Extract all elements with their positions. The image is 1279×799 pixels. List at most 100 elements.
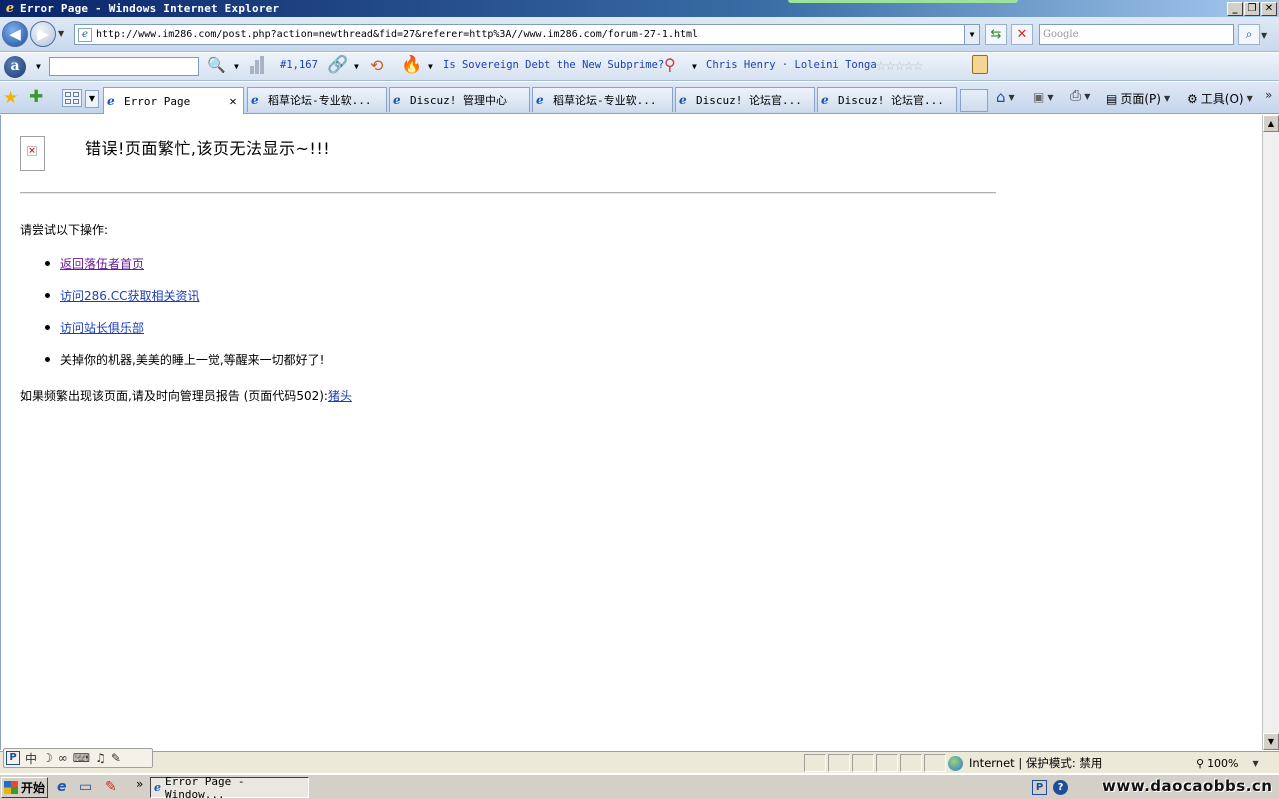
forward-button[interactable]: ▶ bbox=[30, 21, 56, 47]
ime-punct-icon[interactable]: ∞ bbox=[58, 751, 68, 765]
tab-list-dropdown[interactable]: ▼ bbox=[85, 90, 99, 108]
home-link[interactable]: 返回落伍者首页 bbox=[60, 257, 144, 271]
print-icon[interactable]: ⎙ ▼ bbox=[1070, 88, 1090, 104]
news-link[interactable]: 访问286.CC获取相关资讯 bbox=[60, 289, 199, 303]
ie-page-icon: e bbox=[107, 94, 115, 108]
magnifier-icon[interactable]: 🔍 bbox=[207, 56, 226, 74]
tab-label: Discuz! 论坛官... bbox=[838, 94, 944, 107]
start-button[interactable]: 开始 bbox=[1, 777, 48, 798]
related-sites-icon[interactable]: ⚲ bbox=[664, 55, 676, 74]
tab-daocao-2[interactable]: e 稻草论坛-专业软... bbox=[532, 87, 673, 112]
flame-icon[interactable]: 🔥 bbox=[401, 55, 422, 75]
ie-page-icon: e bbox=[251, 93, 259, 107]
links-dropdown[interactable]: ▼ bbox=[354, 62, 359, 71]
status-cell bbox=[924, 754, 946, 772]
address-bar[interactable]: e http://www.im286.com/post.php?action=n… bbox=[74, 24, 980, 45]
ime-settings-icon[interactable]: ✎ bbox=[111, 751, 121, 765]
list-item: 关掉你的机器,美美的睡上一觉,等醒来一切都好了! bbox=[45, 351, 324, 368]
tab-error-page[interactable]: e Error Page ✕ bbox=[103, 87, 244, 114]
tab-discuz-admin[interactable]: e Discuz! 管理中心 bbox=[389, 87, 530, 112]
app-quicklaunch-icon[interactable]: ✎ bbox=[105, 779, 117, 795]
ie-page-icon: e bbox=[821, 93, 829, 107]
task-label: Error Page - Window... bbox=[165, 774, 245, 799]
search-options-dropdown[interactable]: ▼ bbox=[1261, 31, 1267, 40]
address-dropdown[interactable]: ▼ bbox=[964, 25, 979, 44]
desktop-icon[interactable]: ▭ bbox=[79, 779, 92, 795]
scroll-down-arrow[interactable]: ▼ bbox=[1263, 733, 1279, 750]
recent-pages-dropdown[interactable]: ▼ bbox=[58, 29, 64, 38]
magnifier-dropdown[interactable]: ▼ bbox=[234, 62, 239, 71]
ime-logo-icon[interactable]: P bbox=[6, 751, 20, 765]
tab-daocao-1[interactable]: e 稻草论坛-专业软... bbox=[247, 87, 387, 112]
quicklaunch-more-icon[interactable]: » bbox=[136, 777, 143, 791]
refresh-button[interactable]: ⇆ bbox=[985, 24, 1007, 45]
keyboard-icon[interactable]: ⌨ bbox=[73, 751, 90, 765]
club-link[interactable]: 访问站长俱乐部 bbox=[60, 321, 144, 335]
tab-discuz-official-2[interactable]: e Discuz! 论坛官... bbox=[817, 87, 957, 112]
ime-tray-icon[interactable]: P bbox=[1032, 780, 1047, 795]
alexa-logo-icon[interactable]: a bbox=[4, 56, 26, 78]
status-cell bbox=[804, 754, 826, 772]
help-icon[interactable]: ? bbox=[1053, 780, 1068, 795]
new-tab-button[interactable] bbox=[960, 89, 988, 112]
tools-menu[interactable]: ⚙ 工具(O) ▼ bbox=[1187, 90, 1253, 107]
ime-moon-icon[interactable]: ☽ bbox=[42, 751, 53, 765]
people-link[interactable]: Chris Henry · Loleini Tonga bbox=[706, 59, 877, 71]
status-cell bbox=[852, 754, 874, 772]
ime-skin-icon[interactable]: ♫ bbox=[95, 751, 106, 765]
status-cell bbox=[876, 754, 898, 772]
scroll-up-arrow[interactable]: ▲ bbox=[1263, 115, 1279, 132]
wayback-icon[interactable]: ⟲ bbox=[370, 56, 383, 75]
alexa-search-input[interactable] bbox=[49, 57, 199, 76]
favorites-star-icon[interactable]: ★ bbox=[3, 88, 18, 108]
related-dropdown[interactable]: ▼ bbox=[692, 62, 697, 71]
ime-toolbar[interactable]: P 中 ☽ ∞ ⌨ ♫ ✎ bbox=[3, 748, 153, 768]
alexa-menu-dropdown[interactable]: ▼ bbox=[36, 62, 41, 71]
security-zone[interactable]: Internet | 保护模式: 禁用 bbox=[948, 754, 1102, 772]
quick-tabs-icon[interactable] bbox=[62, 89, 82, 107]
rating-stars[interactable]: ☆☆☆☆☆ bbox=[876, 55, 923, 75]
home-icon[interactable]: ⌂ ▼ bbox=[996, 88, 1015, 106]
traffic-chart-icon[interactable] bbox=[250, 56, 268, 74]
chevron-more-icon[interactable]: » bbox=[1265, 88, 1272, 102]
feeds-icon[interactable]: ▣ ▼ bbox=[1033, 90, 1054, 104]
back-button[interactable]: ◀ bbox=[2, 21, 28, 47]
globe-icon bbox=[948, 755, 963, 771]
ie-quicklaunch-icon[interactable]: e bbox=[57, 779, 67, 795]
address-url[interactable]: http://www.im286.com/post.php?action=new… bbox=[96, 29, 964, 40]
search-input[interactable]: Google bbox=[1039, 24, 1234, 45]
tab-label: Error Page bbox=[124, 94, 191, 108]
link-chain-icon[interactable]: 🔗 bbox=[327, 55, 348, 75]
ime-chinese-icon[interactable]: 中 bbox=[25, 750, 37, 767]
hot-topics-dropdown[interactable]: ▼ bbox=[428, 62, 433, 71]
zoom-control[interactable]: ⚲ 100% ▼ bbox=[1196, 754, 1261, 772]
sleep-tip: 关掉你的机器,美美的睡上一觉,等醒来一切都好了! bbox=[60, 353, 325, 367]
start-label: 开始 bbox=[21, 781, 46, 795]
add-favorite-icon[interactable]: ✚ bbox=[29, 87, 43, 107]
page-content: × 错误!页面繁忙,该页无法显示~!!! 请尝试以下操作: 返回落伍者首页 访问… bbox=[0, 115, 1262, 750]
stop-button[interactable]: ✕ bbox=[1011, 24, 1033, 45]
admin-report-link[interactable]: 猪头 bbox=[328, 389, 352, 403]
notebook-icon[interactable] bbox=[972, 55, 988, 74]
gear-icon: ⚙ bbox=[1187, 91, 1198, 106]
window-title-bar[interactable]: e Error Page - Windows Internet Explorer… bbox=[0, 0, 1279, 17]
vertical-scrollbar[interactable]: ▲ ▼ bbox=[1262, 115, 1279, 750]
try-label: 请尝试以下操作: bbox=[20, 223, 109, 237]
search-icon[interactable]: ⌕ bbox=[1238, 24, 1260, 45]
close-tab-icon[interactable]: ✕ bbox=[226, 94, 240, 108]
bullet-icon bbox=[45, 357, 50, 362]
ie-logo-icon: e bbox=[5, 1, 15, 16]
tab-label: 稻草论坛-专业软... bbox=[268, 94, 372, 107]
taskbar-item-ie[interactable]: e Error Page - Window... bbox=[150, 774, 309, 799]
zoom-icon: ⚲ bbox=[1196, 756, 1205, 770]
list-item: 访问286.CC获取相关资讯 bbox=[45, 287, 199, 304]
minimize-button[interactable]: _ bbox=[1227, 1, 1243, 16]
address-toolbar: ◀ ▶ ▼ e http://www.im286.com/post.php?ac… bbox=[0, 17, 1279, 52]
page-menu[interactable]: ▤ 页面(P) ▼ bbox=[1106, 90, 1170, 107]
restore-button[interactable]: ❐ bbox=[1244, 1, 1260, 16]
close-window-button[interactable]: ✕ bbox=[1261, 1, 1277, 16]
hot-topic-link[interactable]: Is Sovereign Debt the New Subprime? bbox=[443, 59, 664, 71]
tab-label: Discuz! 论坛官... bbox=[696, 94, 802, 107]
tab-discuz-official-1[interactable]: e Discuz! 论坛官... bbox=[675, 87, 815, 112]
alexa-rank-link[interactable]: #1,167 bbox=[280, 59, 318, 71]
